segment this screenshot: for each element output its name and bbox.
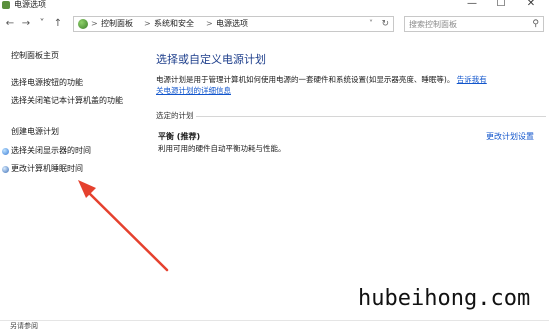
learn-more-link-continued[interactable]: 关电源计划的详细信息 [156,86,231,95]
breadcrumb-separator: > [144,19,151,28]
footer-divider [0,320,549,321]
sidebar-item-control-panel-home[interactable]: 控制面板主页 [11,50,59,62]
address-box[interactable]: > 控制面板 > 系统和安全 > 电源选项 ˅ ↻ [73,16,394,32]
plan-description: 利用可用的硬件自动平衡功耗与性能。 [158,144,286,153]
selected-plan-label: 选定的计划 [156,111,194,120]
title-bar: 电源选项 — ☐ ✕ [0,0,549,11]
page-title: 选择或自定义电源计划 [156,53,266,66]
plan-name[interactable]: 平衡 (推荐) [158,131,200,142]
breadcrumb-separator: > [91,19,98,28]
search-input[interactable] [409,18,519,30]
close-button[interactable]: ✕ [522,0,540,10]
refresh-icon[interactable]: ↻ [381,18,389,30]
address-bar-row: ← → ˅ ↑ > 控制面板 > 系统和安全 > 电源选项 ˅ ↻ ⚲ [0,14,549,34]
control-panel-icon [78,19,88,29]
chevron-down-icon[interactable]: ˅ [369,18,373,30]
breadcrumb-separator: > [206,19,213,28]
minimize-button[interactable]: — [463,0,481,10]
learn-more-link[interactable]: 告诉我有 [457,75,487,84]
sidebar-item-create-plan[interactable]: 创建电源计划 [11,126,59,138]
moon-icon [2,166,9,173]
breadcrumb-system-security[interactable]: 系统和安全 [154,18,194,30]
description-text: 电源计划是用于管理计算机如何使用电源的一套硬件和系统设置(如显示器亮度、睡眠等)… [156,75,455,84]
up-arrow-icon[interactable]: ↑ [52,16,64,32]
forward-arrow-icon[interactable]: → [20,16,32,32]
breadcrumb-power-options[interactable]: 电源选项 [216,18,248,30]
maximize-button[interactable]: ☐ [492,0,510,10]
sidebar-item-sleep-time[interactable]: 更改计算机睡眠时间 [11,163,83,175]
sidebar-item-power-button[interactable]: 选择电源按钮的功能 [11,77,83,89]
main-content: 选择或自定义电源计划 电源计划是用于管理计算机如何使用电源的一套硬件和系统设置(… [156,52,549,182]
search-box[interactable]: ⚲ [404,16,544,32]
see-also-label: 另请参阅 [10,322,38,330]
section-divider [196,116,546,117]
search-icon[interactable]: ⚲ [532,18,539,30]
back-arrow-icon[interactable]: ← [4,16,16,32]
sidebar-item-lid-close[interactable]: 选择关闭笔记本计算机盖的功能 [11,95,131,107]
power-options-icon [2,1,10,9]
description: 电源计划是用于管理计算机如何使用电源的一套硬件和系统设置(如显示器亮度、睡眠等)… [156,74,546,96]
sidebar: 控制面板主页 选择电源按钮的功能 选择关闭笔记本计算机盖的功能 创建电源计划 选… [0,40,145,290]
watermark: hubeihong.com [358,286,531,311]
recent-locations-icon[interactable]: ˅ [36,16,48,32]
breadcrumb-control-panel[interactable]: 控制面板 [101,18,133,30]
change-plan-settings-link[interactable]: 更改计划设置 [486,131,534,142]
sidebar-item-display-off[interactable]: 选择关闭显示器的时间 [11,145,91,157]
monitor-icon [2,148,9,155]
window-title: 电源选项 [14,0,46,9]
